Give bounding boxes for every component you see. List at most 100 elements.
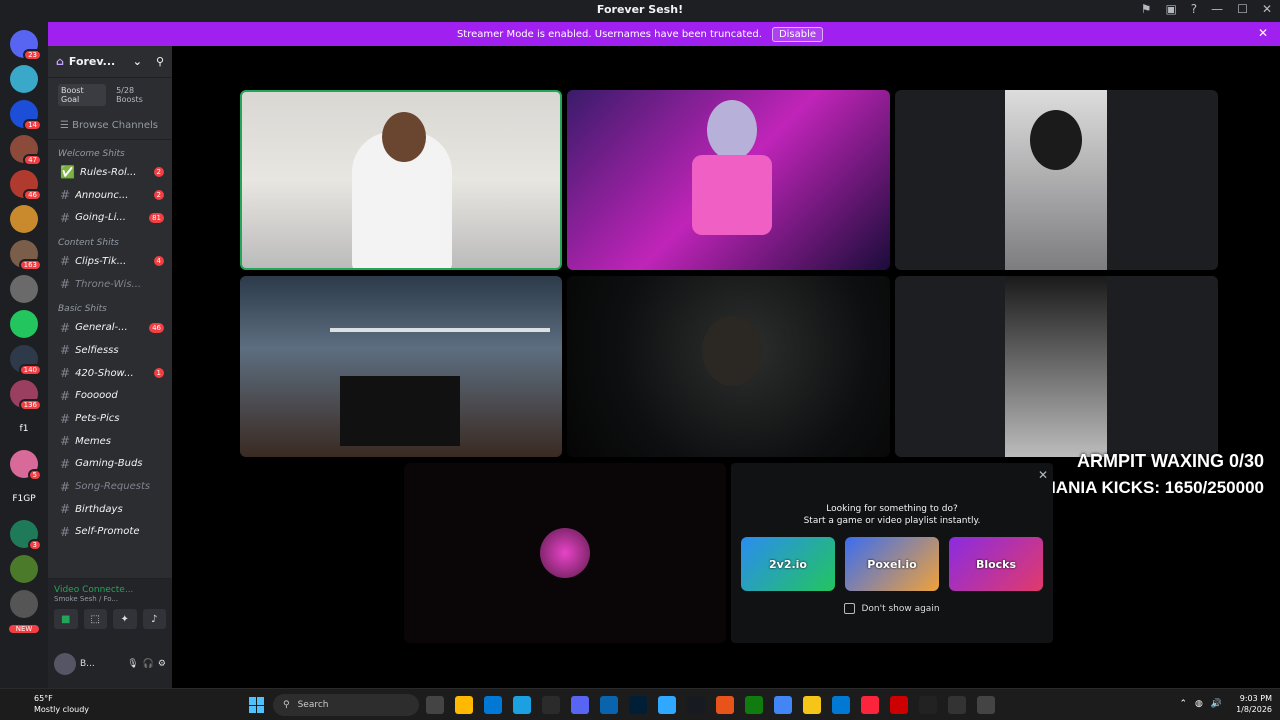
channel-item[interactable]: # Gaming-Buds <box>48 453 172 476</box>
video-tile-5[interactable] <box>567 276 890 457</box>
channel-category[interactable]: Welcome Shits <box>48 140 172 161</box>
server-icon[interactable]: F1GP <box>10 485 38 513</box>
taskbar-app-icon[interactable] <box>513 696 531 714</box>
server-icon[interactable] <box>10 65 38 93</box>
taskbar-app-icon[interactable] <box>600 696 618 714</box>
settings-icon[interactable]: ⚙ <box>158 659 166 669</box>
start-button[interactable] <box>249 697 265 713</box>
channel-item[interactable]: # Birthdays <box>48 498 172 521</box>
server-icon[interactable] <box>10 310 38 338</box>
camera-button[interactable]: ■ <box>54 609 78 629</box>
server-icon[interactable]: 163 <box>10 240 42 271</box>
server-icon[interactable]: 14 <box>10 100 42 131</box>
invite-icon[interactable]: ⚲ <box>156 55 164 68</box>
taskbar-app-icon[interactable] <box>687 696 705 714</box>
channel-item[interactable]: # Selfiesss <box>48 339 172 362</box>
unread-count-badge: 2 <box>153 167 164 178</box>
activities-button[interactable]: ✦ <box>113 609 137 629</box>
taskbar-app-icon[interactable] <box>658 696 676 714</box>
channel-item[interactable]: # Self-Promote <box>48 521 172 544</box>
taskbar-app-icon[interactable] <box>745 696 763 714</box>
server-icon[interactable]: 136 <box>10 380 42 411</box>
activity-game-3[interactable]: Blocks <box>949 537 1043 591</box>
guild-header[interactable]: ⌂ Forev... ⌄ ⚲ <box>48 46 172 78</box>
server-icon[interactable] <box>10 205 38 233</box>
maximize-button[interactable]: ☐ <box>1237 2 1248 16</box>
close-window-button[interactable]: ✕ <box>1262 2 1272 16</box>
server-icon[interactable]: 23 <box>10 30 42 61</box>
clock[interactable]: 9:03 PM 1/8/2026 <box>1236 693 1272 715</box>
username[interactable]: B... <box>80 659 123 669</box>
help-icon[interactable]: ? <box>1191 2 1197 16</box>
channel-item[interactable]: # Going-Li... 81 <box>48 206 172 229</box>
dont-show-checkbox[interactable] <box>844 603 856 614</box>
activity-game-2[interactable]: Poxel.io <box>845 537 939 591</box>
channel-item[interactable]: # Foooood <box>48 385 172 408</box>
taskbar-app-icon[interactable] <box>571 696 589 714</box>
channel-category[interactable]: Content Shits <box>48 229 172 250</box>
network-icon[interactable]: ◍ <box>1195 699 1203 709</box>
taskbar-app-icon[interactable] <box>977 696 995 714</box>
channel-item[interactable]: # Announc... 2 <box>48 184 172 207</box>
inbox-icon[interactable]: ⚑ <box>1141 2 1152 16</box>
taskbar-app-icon[interactable] <box>948 696 966 714</box>
taskbar-app-icon[interactable] <box>484 696 502 714</box>
taskbar-app-icon[interactable] <box>890 696 908 714</box>
microphone-icon[interactable]: 🎙 <box>127 659 138 669</box>
taskbar-app-icon[interactable] <box>774 696 792 714</box>
video-tile-7[interactable] <box>404 463 726 643</box>
screen-share-button[interactable]: ⬚ <box>83 609 107 629</box>
server-icon[interactable] <box>10 275 38 303</box>
channel-item[interactable]: # General-... 46 <box>48 316 172 339</box>
taskbar-app-icon[interactable] <box>832 696 850 714</box>
screen-icon[interactable]: ▣ <box>1165 2 1176 16</box>
server-icon[interactable] <box>10 590 38 618</box>
avatar[interactable] <box>54 653 76 675</box>
channel-item[interactable]: #420-Show... 1 <box>48 362 172 385</box>
server-badge: 163 <box>18 259 42 271</box>
video-tile-4[interactable] <box>240 276 562 457</box>
video-tile-2[interactable] <box>567 90 890 270</box>
video-tile-6[interactable] <box>895 276 1218 457</box>
browse-channels[interactable]: ☰ Browse Channels <box>48 112 172 140</box>
server-icon[interactable]: 47 <box>10 135 42 166</box>
video-tile-3[interactable] <box>895 90 1218 270</box>
channel-item[interactable]: ✅ Rules-Rol... 2 <box>48 161 172 184</box>
tray-chevron-icon[interactable]: ⌃ <box>1179 699 1187 709</box>
server-icon[interactable]: 46 <box>10 170 42 201</box>
close-activity-icon[interactable]: ✕ <box>1038 468 1048 482</box>
channel-item[interactable]: # Memes <box>48 430 172 453</box>
taskbar-app-icon[interactable] <box>919 696 937 714</box>
channel-item[interactable]: # Throne-Wis... <box>48 273 172 296</box>
disable-streamer-mode-button[interactable]: Disable <box>771 26 824 42</box>
headphones-icon[interactable]: 🎧 <box>143 659 154 669</box>
server-icon[interactable]: 140 <box>10 345 42 376</box>
channel-item[interactable]: # Song-Requests <box>48 475 172 498</box>
server-icon[interactable] <box>10 555 38 583</box>
server-icon[interactable]: f1 <box>10 415 38 443</box>
voice-channel[interactable]: Smoke Sesh / Fo... <box>54 595 166 603</box>
dont-show-again[interactable]: Don't show again <box>731 603 1053 614</box>
minimize-button[interactable]: — <box>1211 2 1223 16</box>
channel-category[interactable]: Basic Shits <box>48 295 172 316</box>
volume-icon[interactable]: 🔊 <box>1211 699 1222 709</box>
weather-widget[interactable]: 65°F Mostly cloudy <box>14 693 89 715</box>
taskbar-app-icon[interactable] <box>426 696 444 714</box>
server-icon[interactable]: 5 <box>10 450 42 481</box>
taskbar-app-icon[interactable] <box>629 696 647 714</box>
activity-game-1[interactable]: 2v2.io <box>741 537 835 591</box>
taskbar-app-icon[interactable] <box>455 696 473 714</box>
soundboard-button[interactable]: ♪ <box>142 609 166 629</box>
taskbar-search[interactable]: ⚲ Search <box>273 694 419 716</box>
channel-hash-icon: # <box>60 411 71 426</box>
taskbar-app-icon[interactable] <box>861 696 879 714</box>
taskbar-app-icon[interactable] <box>542 696 560 714</box>
channel-item[interactable]: # Clips-Tik... 4 <box>48 250 172 273</box>
boost-goal[interactable]: Boost Goal 5/28 Boosts <box>48 78 172 112</box>
taskbar-app-icon[interactable] <box>716 696 734 714</box>
taskbar-app-icon[interactable] <box>803 696 821 714</box>
close-banner-icon[interactable]: ✕ <box>1258 26 1268 40</box>
server-icon[interactable]: 3 <box>10 520 42 551</box>
channel-item[interactable]: # Pets-Pics <box>48 407 172 430</box>
video-tile-1[interactable] <box>240 90 562 270</box>
